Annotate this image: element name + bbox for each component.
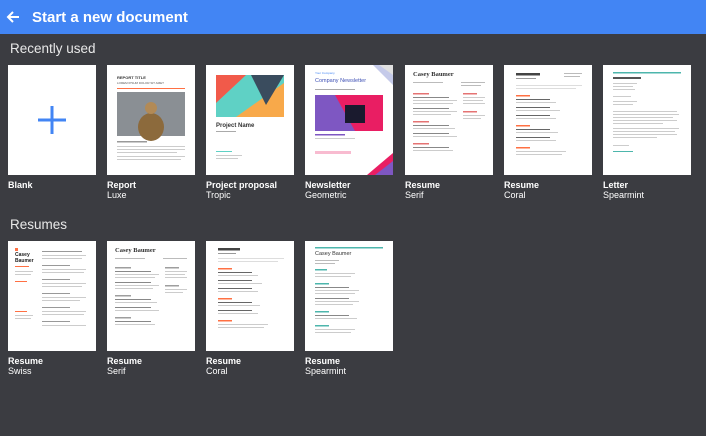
template-style: Geometric — [305, 190, 347, 200]
template-style: Tropic — [206, 190, 231, 200]
doc-preview — [516, 73, 582, 155]
doc-preview — [218, 248, 284, 328]
template-style: Swiss — [8, 366, 32, 376]
template-style: Spearmint — [305, 366, 347, 376]
template-style: Coral — [206, 366, 228, 376]
section-heading-recently-used: Recently used — [10, 41, 96, 56]
template-resume-spearmint[interactable]: Casey Baumer Resume Spearmint — [305, 241, 393, 376]
template-name: Report — [107, 180, 136, 190]
template-name: Resume — [504, 180, 540, 190]
template-report-luxe[interactable]: REPORT TITLE LOREM IPSUM DOLOR SIT AMET … — [107, 65, 195, 200]
template-newsletter-geometric[interactable]: Your Company Company Newsletter Newslett… — [305, 65, 393, 200]
doc-preview — [117, 88, 185, 160]
template-name: Resume — [206, 356, 242, 366]
template-resume-serif-2[interactable]: Casey Baumer Resume Serif — [107, 241, 195, 376]
back-arrow-icon[interactable] — [3, 7, 23, 27]
template-style: Serif — [405, 190, 424, 200]
doc-preview — [15, 248, 86, 326]
template-thumbnail: Project Name — [206, 65, 294, 175]
template-thumbnail: Casey Baumer — [305, 241, 393, 351]
section-heading-resumes: Resumes — [10, 217, 68, 232]
template-letter-spearmint[interactable]: Letter Spearmint — [603, 65, 691, 200]
template-thumbnail — [603, 65, 691, 175]
doc-preview — [613, 72, 681, 152]
doc-preview — [315, 247, 383, 333]
template-thumbnail: Casey Baumer — [405, 65, 493, 175]
template-name: Letter — [603, 180, 629, 190]
template-name: Newsletter — [305, 180, 351, 190]
doc-preview — [216, 75, 284, 159]
template-name: Blank — [8, 180, 33, 190]
template-thumbnail: Your Company Company Newsletter — [305, 65, 393, 175]
template-thumbnail: Casey Baumer — [8, 241, 96, 351]
template-thumbnail — [8, 65, 96, 175]
template-resume-swiss[interactable]: Casey Baumer Resume Swiss — [8, 241, 96, 376]
doc-kicker: Your Company — [315, 71, 335, 75]
template-name: Resume — [107, 356, 143, 366]
app-header: Start a new document — [0, 0, 706, 34]
template-blank[interactable]: Blank — [8, 65, 96, 190]
doc-preview — [115, 258, 187, 325]
template-resume-coral-2[interactable]: Resume Coral — [206, 241, 294, 376]
template-thumbnail: Casey Baumer — [107, 241, 195, 351]
template-resume-coral[interactable]: Resume Coral — [504, 65, 592, 200]
template-name: Resume — [305, 356, 341, 366]
template-thumbnail: REPORT TITLE LOREM IPSUM DOLOR SIT AMET — [107, 65, 195, 175]
template-thumbnail — [206, 241, 294, 351]
template-resume-serif[interactable]: Casey Baumer Resume Serif — [405, 65, 493, 200]
doc-title: Company Newsletter — [315, 78, 367, 84]
plus-icon — [38, 106, 66, 134]
template-thumbnail — [504, 65, 592, 175]
page-title: Start a new document — [32, 9, 188, 26]
template-style: Spearmint — [603, 190, 645, 200]
template-name: Project proposal — [206, 180, 278, 190]
doc-preview — [413, 82, 485, 151]
template-style: Coral — [504, 190, 526, 200]
template-style: Serif — [107, 366, 126, 376]
template-name: Resume — [8, 356, 44, 366]
template-style: Luxe — [107, 190, 127, 200]
template-name: Resume — [405, 180, 441, 190]
template-project-proposal-tropic[interactable]: Project Name Project proposal Tropic — [206, 65, 294, 200]
doc-title: Project Name — [216, 123, 255, 129]
